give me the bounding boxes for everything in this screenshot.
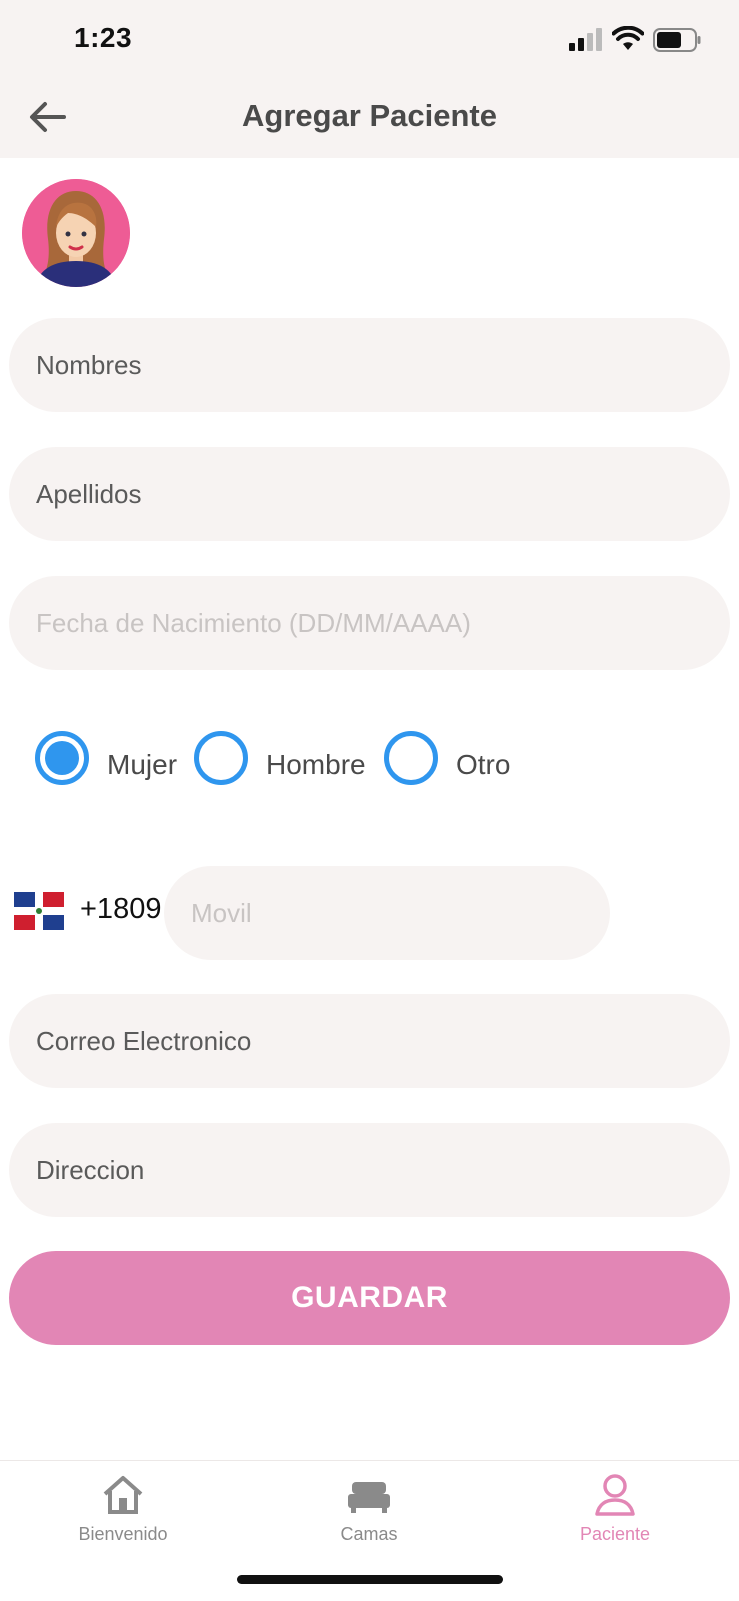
radio-mujer-label[interactable]: Mujer bbox=[107, 749, 177, 781]
battery-icon bbox=[653, 28, 701, 52]
correo-field[interactable]: Correo Electronico bbox=[9, 994, 730, 1088]
nombres-placeholder: Nombres bbox=[36, 349, 142, 380]
radio-mujer[interactable] bbox=[35, 731, 89, 785]
person-icon bbox=[595, 1474, 635, 1516]
tab-bienvenido-label: Bienvenido bbox=[78, 1524, 168, 1544]
woman-avatar-icon bbox=[22, 179, 130, 287]
radio-otro[interactable] bbox=[384, 731, 438, 785]
tab-camas[interactable]: Camas bbox=[246, 1468, 492, 1558]
fecha-nacimiento-field[interactable]: Fecha de Nacimiento (DD/MM/AAAA) bbox=[9, 576, 730, 670]
direccion-placeholder: Direccion bbox=[36, 1154, 145, 1185]
bed-icon bbox=[348, 1482, 390, 1513]
tab-bienvenido[interactable]: Bienvenido bbox=[0, 1468, 246, 1558]
country-code[interactable]: +1809 bbox=[80, 893, 161, 926]
direccion-field[interactable]: Direccion bbox=[9, 1123, 730, 1217]
radio-hombre-label[interactable]: Hombre bbox=[266, 749, 366, 781]
radio-selected-dot bbox=[45, 741, 79, 775]
correo-placeholder: Correo Electronico bbox=[36, 1025, 252, 1056]
radio-hombre[interactable] bbox=[194, 731, 248, 785]
signal-icon bbox=[569, 28, 602, 51]
page-title: Agregar Paciente bbox=[242, 98, 497, 133]
apellidos-placeholder: Apellidos bbox=[36, 478, 142, 509]
status-time: 1:23 bbox=[74, 22, 133, 53]
tab-camas-label: Camas bbox=[340, 1524, 398, 1544]
radio-otro-label: Otro bbox=[456, 749, 511, 780]
home-indicator bbox=[237, 1575, 503, 1584]
save-button-label: GUARDAR bbox=[291, 1281, 448, 1314]
avatar[interactable] bbox=[22, 179, 130, 287]
tab-paciente[interactable]: Paciente bbox=[492, 1468, 738, 1558]
nombres-field[interactable]: Nombres bbox=[9, 318, 730, 412]
movil-placeholder: Movil bbox=[191, 897, 252, 928]
save-button[interactable]: GUARDAR bbox=[9, 1251, 730, 1345]
home-icon bbox=[103, 1476, 143, 1514]
wifi-icon bbox=[612, 26, 644, 50]
apellidos-field[interactable]: Apellidos bbox=[9, 447, 730, 541]
fecha-placeholder: Fecha de Nacimiento (DD/MM/AAAA) bbox=[36, 607, 471, 638]
tab-paciente-label: Paciente bbox=[579, 1524, 651, 1544]
dominican-flag-icon[interactable] bbox=[14, 892, 64, 930]
movil-field[interactable]: Movil bbox=[164, 866, 610, 960]
